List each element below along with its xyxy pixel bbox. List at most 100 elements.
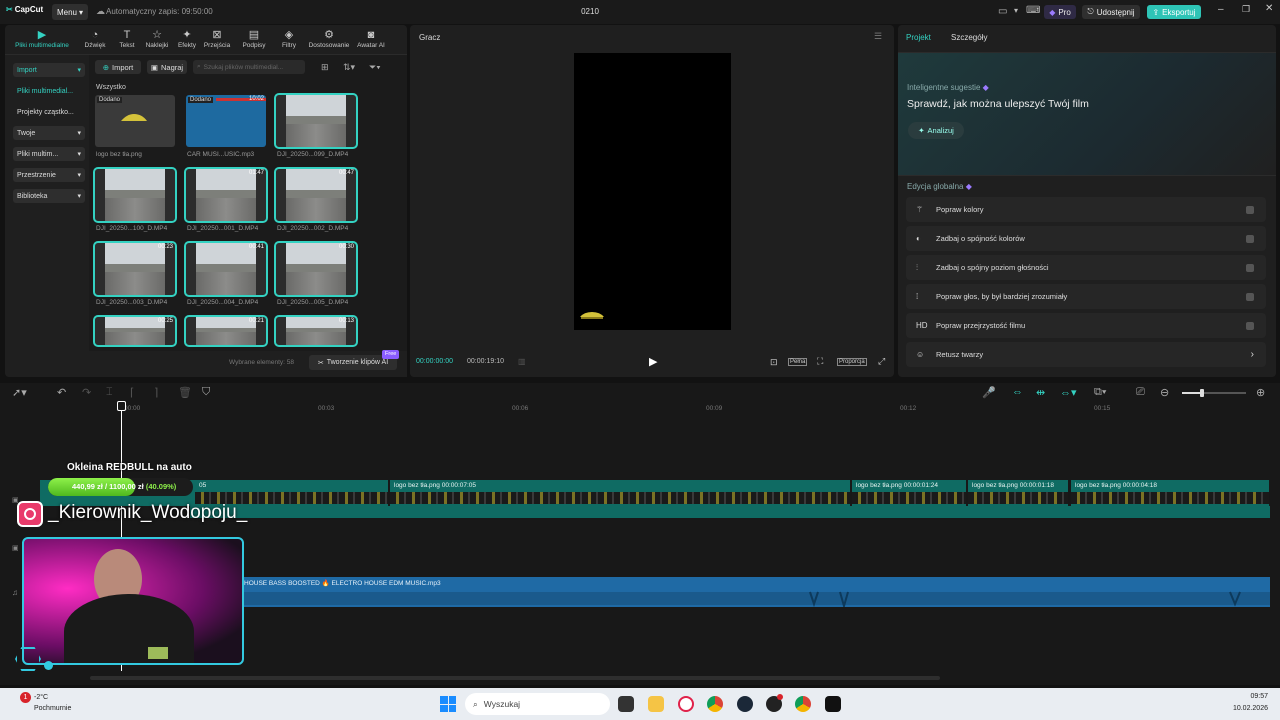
sidebar-item-sub-projects[interactable]: Projekty cząstko...	[13, 105, 85, 119]
media-item[interactable]: 00:23	[93, 241, 177, 297]
tab-project[interactable]: Projekt	[906, 33, 931, 42]
task-view-icon[interactable]	[618, 696, 634, 712]
audio-clip[interactable]: HOUSE BASS BOOSTED 🔥 ELECTRO HOUSE EDM M…	[240, 577, 1270, 607]
media-item[interactable]: 00:30	[274, 241, 358, 297]
clock-date[interactable]: 10.02.2026	[1228, 705, 1268, 712]
chrome-profile-icon[interactable]	[795, 696, 811, 712]
video-clip[interactable]: logo bez tła.png 00:00:01:18	[968, 480, 1068, 506]
tab-filters[interactable]: ◈ Filtry	[273, 28, 305, 49]
media-item[interactable]: Dodano 10:02	[186, 95, 266, 147]
media-item[interactable]: 00:21	[184, 315, 268, 347]
weather-desc[interactable]: Pochmurnie	[34, 705, 71, 712]
video-clip[interactable]: logo bez tła.png 00:00:01:24	[852, 480, 966, 506]
windows-start-icon[interactable]	[440, 696, 456, 712]
shield-icon[interactable]: ⛉	[202, 386, 210, 399]
redo-icon[interactable]: ↷	[82, 386, 91, 399]
tab-sticker[interactable]: ☆ Naklejki	[141, 28, 173, 49]
tab-details[interactable]: Szczegóły	[951, 33, 987, 42]
maximize-icon[interactable]: ❐	[1242, 4, 1250, 15]
record-button[interactable]: ▣ Nagraj	[147, 60, 187, 74]
taskbar-search[interactable]: ⌕ Wyszukaj	[465, 693, 610, 715]
global-edit-row[interactable]: ◐ Zadbaj o spójność kolorów	[906, 226, 1266, 251]
analyze-button[interactable]: ✦ Analizuj	[908, 122, 964, 139]
snap-icon[interactable]: ⇔▾	[1060, 386, 1077, 399]
toggle[interactable]	[1246, 206, 1254, 214]
capcut-taskbar-icon[interactable]	[825, 696, 841, 712]
global-edit-row[interactable]: ☺ Retusz twarzy ›	[906, 342, 1266, 367]
timeline-scrollbar[interactable]	[90, 676, 940, 680]
project-title[interactable]: 0210	[560, 7, 620, 16]
tab-adjust[interactable]: ⚙ Dostosowanie	[305, 28, 353, 49]
toggle[interactable]	[1246, 264, 1254, 272]
video-clip[interactable]: logo bez tła.png 00:00:07:05	[390, 480, 850, 506]
opera-icon[interactable]	[678, 696, 694, 712]
global-edit-row[interactable]: ⫶ Zadbaj o spójny poziom głośności	[906, 255, 1266, 280]
split-icon[interactable]: ⌶	[106, 386, 113, 399]
media-item[interactable]: 00:41	[184, 241, 268, 297]
steam-icon[interactable]	[737, 696, 753, 712]
waveform-toggle-icon[interactable]: ▥	[518, 357, 526, 366]
minimize-icon[interactable]: –	[1218, 4, 1224, 15]
zoom-slider[interactable]	[1182, 389, 1246, 397]
sidebar-item-spaces[interactable]: Przestrzenie ▾	[13, 168, 85, 182]
toggle[interactable]	[1246, 322, 1254, 330]
zoom-in-icon[interactable]: ⊕	[1256, 386, 1265, 399]
keyboard-icon[interactable]: ⌨	[1026, 5, 1040, 16]
play-icon[interactable]: ▶	[649, 355, 657, 368]
tab-media[interactable]: ▶ Pliki multimedialne	[7, 28, 77, 49]
layout-chevron-icon[interactable]: ▾	[1014, 6, 1018, 15]
aspect-ratio-button[interactable]: Proporcja	[837, 358, 867, 366]
full-quality-button[interactable]: Pełna	[788, 358, 808, 366]
magnet-icon[interactable]: ⇹	[1036, 386, 1045, 399]
delete-icon[interactable]: 🗑	[178, 386, 192, 399]
toggle[interactable]	[1246, 293, 1254, 301]
sort-icon[interactable]: ⇅▾	[343, 62, 355, 73]
media-item[interactable]: 00:47	[274, 167, 358, 223]
sidebar-item-media[interactable]: Pliki multimedial...	[13, 84, 85, 98]
toggle[interactable]	[1246, 235, 1254, 243]
crop-icon[interactable]: ⊡	[770, 357, 778, 368]
fullscreen-icon[interactable]: ⤢	[878, 356, 885, 367]
video-preview[interactable]	[574, 53, 731, 330]
select-tool-icon[interactable]: ➚▾	[12, 386, 27, 399]
media-search-input[interactable]: ⌕ Szukaj plików multimedial...	[193, 60, 305, 74]
media-item[interactable]: 00:25	[93, 315, 177, 347]
tab-text[interactable]: T Tekst	[111, 28, 143, 49]
video-clip[interactable]: logo bez tła.png 00:00:04:18	[1071, 480, 1269, 506]
file-explorer-icon[interactable]	[648, 696, 664, 712]
tab-transition[interactable]: ⊠ Przejścia	[201, 28, 233, 49]
global-edit-row[interactable]: ⁞ Popraw głos, by był bardziej zrozumiały	[906, 284, 1266, 309]
caption-icon[interactable]: ⎚	[1136, 386, 1145, 399]
sidebar-item-yours[interactable]: Twoje ▾	[13, 126, 85, 140]
zoom-out-icon[interactable]: ⊖	[1160, 386, 1169, 399]
media-item[interactable]	[93, 167, 177, 223]
export-button[interactable]: ⇪ Eksportuj	[1147, 5, 1201, 19]
chrome-icon[interactable]	[707, 696, 723, 712]
preview-axis-icon[interactable]: ⧉▾	[1094, 386, 1106, 399]
weather-temp[interactable]: -2°C	[34, 694, 48, 701]
pro-button[interactable]: ◆ Pro	[1044, 5, 1076, 19]
share-button[interactable]: ⎋ Udostępnij	[1082, 5, 1140, 19]
tab-effects[interactable]: ✦ Efekty	[171, 28, 203, 49]
clock-time[interactable]: 09:57	[1248, 693, 1268, 700]
fit-icon[interactable]: ⛶	[817, 356, 823, 367]
global-edit-row[interactable]: ⚚ Popraw kolory	[906, 197, 1266, 222]
undo-icon[interactable]: ↶	[57, 386, 66, 399]
tab-captions[interactable]: ▤ Podpisy	[238, 28, 270, 49]
import-button[interactable]: ⊕ Import	[95, 60, 141, 74]
sidebar-item-media-files[interactable]: Pliki multim... ▾	[13, 147, 85, 161]
close-icon[interactable]: ✕	[1265, 3, 1273, 14]
tab-avatar[interactable]: ◙ Awatar AI	[355, 28, 387, 49]
media-item[interactable]	[274, 93, 358, 149]
microphone-icon[interactable]: 🎤	[982, 386, 996, 399]
split-right-icon[interactable]: ⌉	[154, 386, 158, 399]
filter-icon[interactable]: ⏷▾	[369, 62, 381, 73]
player-menu-icon[interactable]: ☰	[874, 31, 882, 42]
split-left-icon[interactable]: ⌈	[130, 386, 134, 399]
global-edit-row[interactable]: HD Popraw przejrzystość filmu	[906, 313, 1266, 338]
link-icon[interactable]: ⇔	[1012, 386, 1023, 398]
sidebar-item-import[interactable]: Import ▾	[13, 63, 85, 77]
track-visibility-icon[interactable]: ▣	[12, 544, 19, 552]
media-item[interactable]: 00:13	[274, 315, 358, 347]
playhead-handle[interactable]	[117, 401, 126, 411]
